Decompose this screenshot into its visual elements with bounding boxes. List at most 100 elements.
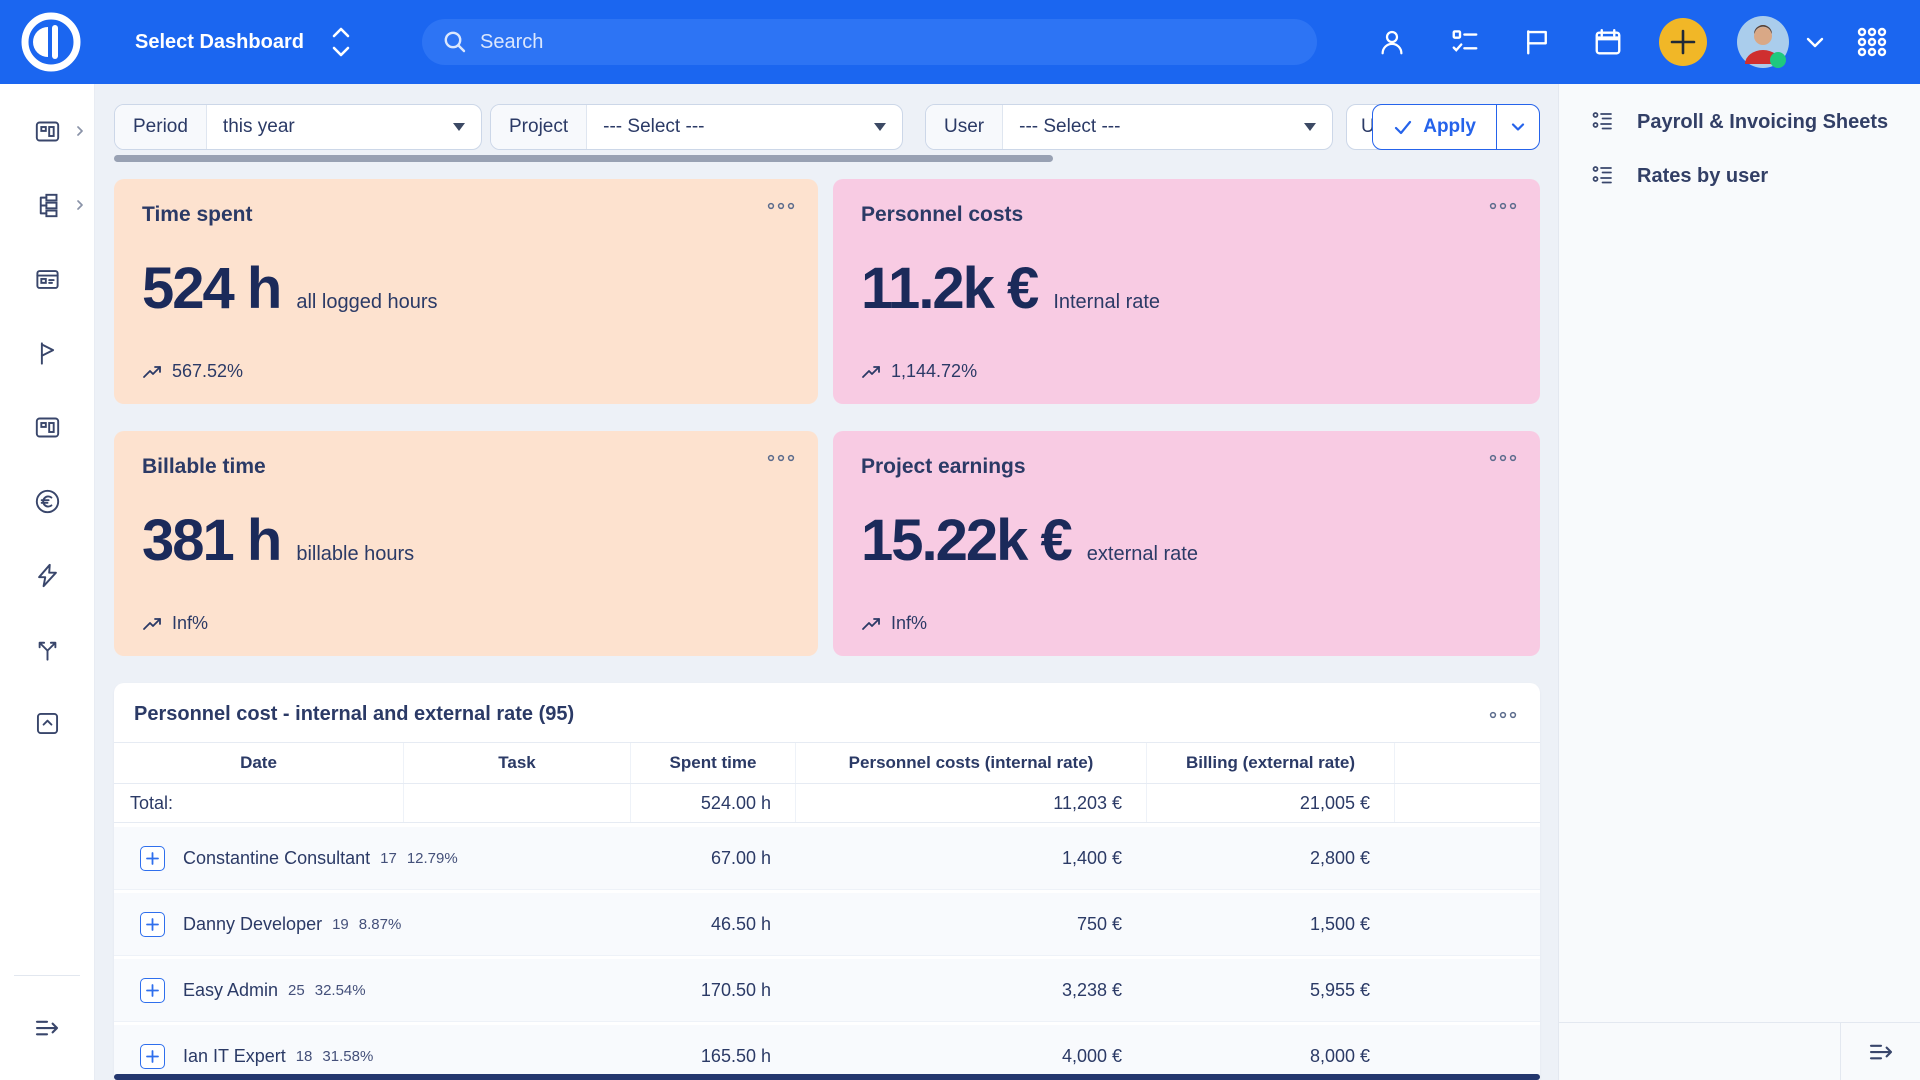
dropdown-arrow-icon — [874, 123, 886, 131]
column-header-date[interactable]: Date — [114, 743, 403, 783]
total-label: Total: — [114, 784, 403, 822]
sidebar-item-projects[interactable] — [0, 168, 94, 242]
row-percent: 8.87% — [359, 916, 402, 933]
table-horizontal-scrollbar[interactable] — [114, 1074, 1540, 1080]
row-internal: 750 € — [795, 893, 1146, 955]
column-header-task[interactable]: Task — [403, 743, 630, 783]
flag-play-icon — [34, 340, 61, 367]
sidebar-item-dashboards[interactable] — [0, 94, 94, 168]
dashboard-icon — [34, 118, 61, 145]
card-unit: all logged hours — [296, 291, 437, 314]
card-menu-icon[interactable] — [766, 201, 796, 211]
expand-panel-button[interactable] — [1840, 1023, 1920, 1080]
person-icon[interactable] — [1370, 0, 1414, 84]
reports-panel: Payroll & Invoicing Sheets Rates by user — [1558, 84, 1920, 1080]
expand-panel-icon — [1866, 1037, 1896, 1067]
apply-button[interactable]: Apply — [1373, 105, 1496, 149]
check-icon — [1393, 117, 1413, 137]
row-spent-time: 165.50 h — [630, 1025, 795, 1080]
row-user-name[interactable]: Ian IT Expert — [183, 1046, 286, 1067]
column-header-internal-rate[interactable]: Personnel costs (internal rate) — [795, 743, 1146, 783]
card-unit: billable hours — [296, 543, 414, 566]
chevron-right-icon — [74, 125, 86, 137]
sidebar-item-export[interactable] — [0, 686, 94, 760]
app-logo-icon[interactable] — [18, 9, 84, 75]
table-menu-icon[interactable] — [1488, 710, 1518, 720]
expand-row-button[interactable] — [140, 978, 165, 1003]
dashboard-selector-label: Select Dashboard — [135, 31, 304, 54]
row-external: 1,500 € — [1146, 893, 1394, 955]
dashboard-selector[interactable]: Select Dashboard — [135, 0, 352, 84]
apps-grid-icon[interactable] — [1850, 0, 1894, 84]
card-menu-icon[interactable] — [766, 453, 796, 463]
panel-item-rates-by-user[interactable]: Rates by user — [1559, 154, 1920, 198]
card-title: Project earnings — [861, 455, 1512, 479]
board-icon — [34, 266, 61, 293]
card-billable-time: Billable time 381 h billable hours Inf% — [114, 431, 818, 656]
expand-sidebar-button[interactable] — [0, 976, 94, 1080]
card-menu-icon[interactable] — [1488, 453, 1518, 463]
project-filter: Project --- Select --- — [490, 104, 903, 150]
flag-icon[interactable] — [1515, 0, 1559, 84]
total-spent-time: 524.00 h — [630, 784, 795, 822]
horizontal-scrollbar[interactable] — [114, 155, 1053, 162]
project-filter-select[interactable]: --- Select --- — [587, 105, 902, 149]
card-personnel-costs: Personnel costs 11.2k €Internal rate 1,1… — [833, 179, 1540, 404]
card-trend: 1,144.72% — [891, 361, 977, 382]
row-percent: 12.79% — [407, 850, 458, 867]
sidebar-item-milestones[interactable] — [0, 316, 94, 390]
search-input[interactable] — [480, 31, 1297, 54]
row-task-count: 18 — [296, 1048, 313, 1065]
table-row: Ian IT Expert 18 31.58% 165.50 h 4,000 €… — [114, 1025, 1540, 1080]
card-trend: Inf% — [891, 613, 927, 634]
trend-up-icon — [142, 362, 166, 382]
sidebar-item-board[interactable] — [0, 242, 94, 316]
panel-item-payroll-invoicing[interactable]: Payroll & Invoicing Sheets — [1559, 100, 1920, 144]
dashboard-icon — [34, 414, 61, 441]
sidebar-item-automations[interactable] — [0, 538, 94, 612]
chevron-down-icon[interactable] — [1793, 0, 1837, 84]
card-value: 381 h — [142, 507, 280, 574]
card-value: 524 h — [142, 255, 280, 322]
left-sidebar — [0, 84, 95, 1080]
card-title: Time spent — [142, 203, 790, 227]
user-avatar[interactable] — [1737, 16, 1789, 68]
personnel-cost-table: Personnel cost - internal and external r… — [114, 683, 1540, 1080]
user-filter-label: User — [926, 105, 1003, 149]
expand-row-button[interactable] — [140, 846, 165, 871]
user-filter: User --- Select --- — [925, 104, 1333, 150]
add-button[interactable] — [1659, 18, 1707, 66]
card-menu-icon[interactable] — [1488, 201, 1518, 211]
row-user-name[interactable]: Danny Developer — [183, 914, 322, 935]
search-icon — [442, 29, 468, 55]
expand-row-button[interactable] — [140, 912, 165, 937]
sidebar-item-allocations[interactable] — [0, 612, 94, 686]
plus-icon — [146, 852, 159, 865]
user-filter-select[interactable]: --- Select --- — [1003, 105, 1332, 149]
dropdown-arrow-icon — [453, 123, 465, 131]
sidebar-item-reports[interactable] — [0, 390, 94, 464]
expand-row-button[interactable] — [140, 1044, 165, 1069]
card-project-earnings: Project earnings 15.22k €external rate I… — [833, 431, 1540, 656]
row-task-count: 17 — [380, 850, 397, 867]
column-header-spent-time[interactable]: Spent time — [630, 743, 795, 783]
row-percent: 31.58% — [322, 1048, 373, 1065]
card-title: Billable time — [142, 455, 790, 479]
expand-sidebar-icon — [32, 1013, 62, 1043]
row-user-name[interactable]: Constantine Consultant — [183, 848, 370, 869]
calendar-icon[interactable] — [1586, 0, 1630, 84]
card-unit: external rate — [1087, 543, 1198, 566]
period-filter-select[interactable]: this year — [207, 105, 481, 149]
panel-footer — [1559, 1022, 1920, 1080]
period-filter: Period this year — [114, 104, 482, 150]
column-header-external-rate[interactable]: Billing (external rate) — [1146, 743, 1394, 783]
table-header-row: Date Task Spent time Personnel costs (in… — [114, 742, 1540, 784]
row-user-name[interactable]: Easy Admin — [183, 980, 278, 1001]
card-trend: Inf% — [172, 613, 208, 634]
search-bar — [422, 19, 1317, 65]
apply-options-button[interactable] — [1496, 105, 1539, 149]
sidebar-item-finances[interactable] — [0, 464, 94, 538]
row-spent-time: 67.00 h — [630, 827, 795, 889]
row-internal: 4,000 € — [795, 1025, 1146, 1080]
checklist-icon[interactable] — [1443, 0, 1487, 84]
